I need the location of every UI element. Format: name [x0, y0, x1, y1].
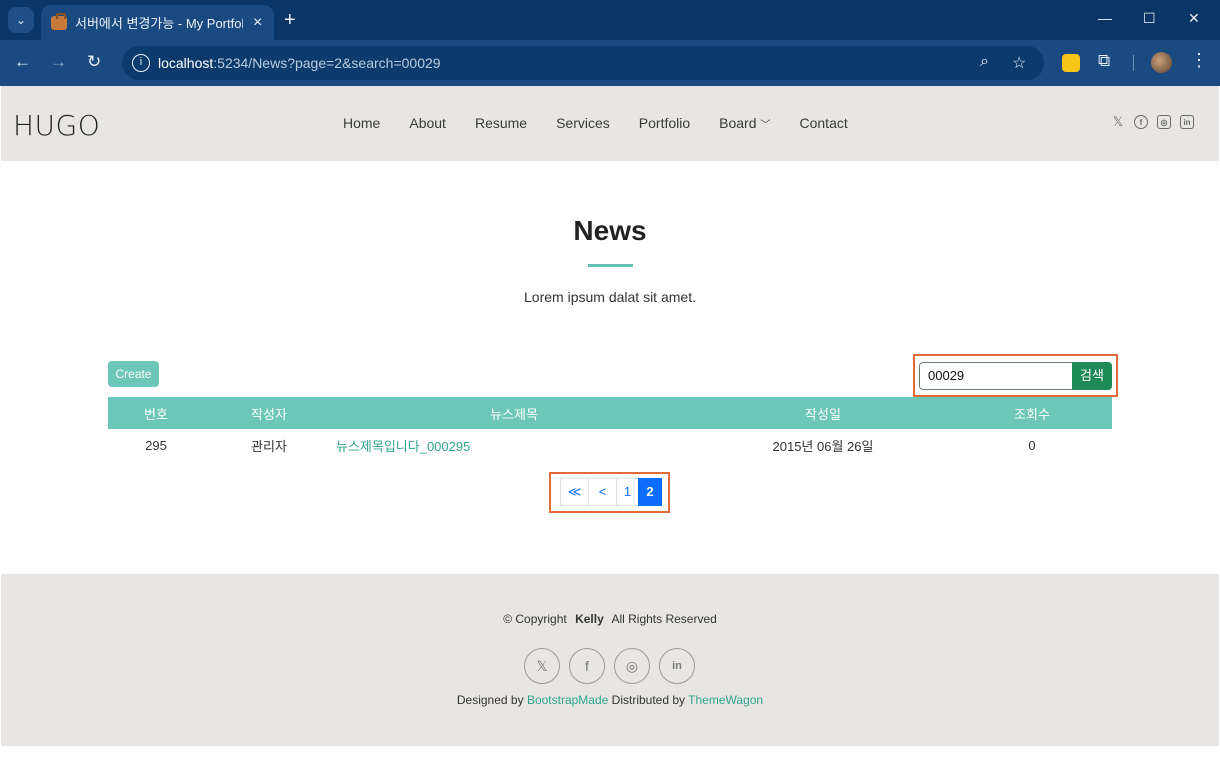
extension-bulb-icon[interactable] [1062, 54, 1080, 72]
nav-board-dropdown[interactable]: Board ﹀ [719, 115, 770, 131]
new-tab-icon[interactable]: + [284, 9, 296, 32]
cell-author: 관리자 [251, 438, 287, 454]
browser-tab-active[interactable]: 서버에서 변경가능 - My Portfolio × [41, 5, 274, 40]
header-socials: 𝕏 f ◎ in [1111, 114, 1203, 129]
x-icon[interactable]: 𝕏 [524, 648, 560, 684]
minimize-icon[interactable]: — [1098, 10, 1112, 26]
browser-menu-icon[interactable]: ⋮ [1190, 50, 1208, 71]
x-icon[interactable]: 𝕏 [1111, 114, 1125, 129]
copyright-text: © Copyright Kelly All Rights Reserved [503, 612, 717, 626]
footer-socials: 𝕏 f ◎ in [524, 648, 704, 684]
search-input[interactable]: 00029 [919, 362, 1073, 390]
profile-avatar[interactable] [1151, 52, 1172, 73]
page-1-button[interactable]: 1 [616, 478, 639, 506]
url-text: localhost:5234/News?page=2&search=00029 [158, 55, 441, 71]
nav-resume[interactable]: Resume [475, 115, 527, 131]
news-title-link[interactable]: 뉴스제목입니다_000295 [336, 439, 470, 454]
col-number: 번호 [108, 397, 204, 429]
nav-board-label: Board [719, 115, 757, 131]
title-underline [588, 264, 633, 267]
instagram-icon[interactable]: ◎ [1157, 115, 1171, 129]
page-subtitle: Lorem ipsum dalat sit amet. [524, 289, 696, 305]
site-footer: © Copyright Kelly All Rights Reserved 𝕏 … [1, 574, 1219, 746]
address-bar[interactable]: i localhost:5234/News?page=2&search=0002… [122, 46, 1044, 80]
credits-text: Designed by BootstrapMade Distributed by… [456, 693, 764, 707]
facebook-icon[interactable]: f [569, 648, 605, 684]
nav-about[interactable]: About [409, 115, 446, 131]
page-prev-button[interactable]: < [588, 478, 617, 506]
nav-services[interactable]: Services [556, 115, 610, 131]
nav-contact[interactable]: Contact [800, 115, 848, 131]
pagination: ≪ < 1 2 [560, 478, 662, 506]
instagram-icon[interactable]: ◎ [614, 648, 650, 684]
col-title: 뉴스제목 [334, 397, 694, 429]
zoom-icon[interactable]: ⌕ [980, 53, 989, 71]
main-nav: Home About Resume Services Portfolio Boa… [343, 115, 877, 131]
col-date: 작성일 [694, 397, 952, 429]
tab-title: 서버에서 변경가능 - My Portfolio [75, 16, 243, 31]
page-title: News [573, 215, 647, 246]
cell-number: 295 [145, 437, 167, 453]
linkedin-icon[interactable]: in [1180, 115, 1194, 129]
page-first-button[interactable]: ≪ [560, 478, 589, 506]
browser-toolbar: ← → ↻ i localhost:5234/News?page=2&searc… [0, 40, 1220, 86]
copyright-name: Kelly [575, 612, 604, 626]
site-logo[interactable]: HUGO [13, 109, 100, 142]
tab-search-button[interactable]: ⌄ [8, 7, 34, 33]
page-2-button-active[interactable]: 2 [638, 478, 662, 506]
nav-home[interactable]: Home [343, 115, 380, 131]
back-icon[interactable]: ← [14, 52, 31, 72]
site-info-icon[interactable]: i [132, 54, 150, 72]
site-header: HUGO Home About Resume Services Portfoli… [1, 86, 1219, 161]
table-header-row: 번호 작성자 뉴스제목 작성일 조회수 [108, 397, 1112, 429]
cell-date: 2015년 06월 26일 [772, 438, 874, 454]
news-table: 번호 작성자 뉴스제목 작성일 조회수 295 관리자 뉴스제목입니다_0002… [108, 397, 1112, 461]
reload-icon[interactable]: ↻ [87, 52, 101, 72]
toolbar-divider [1133, 55, 1134, 71]
col-views: 조회수 [952, 397, 1112, 429]
maximize-icon[interactable]: ☐ [1143, 10, 1156, 27]
cell-views: 0 [1028, 437, 1036, 453]
search-button[interactable]: 검색 [1072, 362, 1112, 390]
nav-portfolio[interactable]: Portfolio [639, 115, 690, 131]
table-row: 295 관리자 뉴스제목입니다_000295 2015년 06월 26일 0 [108, 429, 1112, 461]
search-highlight-box: 00029 검색 [913, 354, 1118, 397]
col-author: 작성자 [204, 397, 334, 429]
cell-title: 뉴스제목입니다_000295 [334, 429, 694, 461]
create-button[interactable]: Create [108, 361, 159, 387]
bookmark-star-icon[interactable]: ☆ [1012, 53, 1026, 73]
extensions-icon[interactable]: ⧉ [1098, 51, 1110, 71]
bootstrapmade-link[interactable]: BootstrapMade [527, 693, 608, 707]
browser-tab-bar: ⌄ 서버에서 변경가능 - My Portfolio × + — ☐ ✕ [0, 0, 1220, 40]
pagination-highlight-box: ≪ < 1 2 [549, 472, 670, 513]
briefcase-icon [51, 12, 67, 30]
tab-close-icon[interactable]: × [253, 14, 262, 32]
facebook-icon[interactable]: f [1134, 115, 1148, 129]
window-close-icon[interactable]: ✕ [1188, 10, 1200, 27]
forward-icon[interactable]: → [50, 52, 67, 72]
linkedin-icon[interactable]: in [659, 648, 695, 684]
themewagon-link[interactable]: ThemeWagon [688, 693, 763, 707]
chevron-down-icon: ﹀ [760, 120, 771, 131]
